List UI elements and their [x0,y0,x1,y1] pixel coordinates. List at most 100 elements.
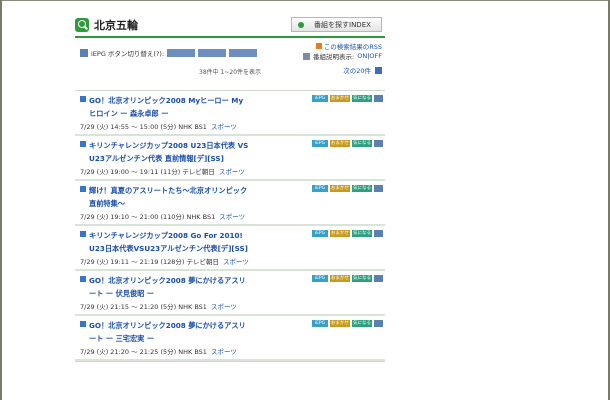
program-genre-link[interactable]: スポーツ [219,213,245,221]
description-on-link[interactable]: ON [357,52,367,60]
program-channel: NHK BS1 [178,123,207,131]
green-dot-icon [298,21,304,28]
program-icon [80,186,86,192]
list-item: GO！北京オリンピック2008 Myヒーロー Myヒロイン ー 森永卓郎 ー i… [75,91,385,136]
program-icon [80,96,86,102]
print-icon[interactable] [374,140,383,147]
result-controls: この検索結果のRSS iEPG ボタン切り替え(?): 番組説明表示: ON |… [75,38,385,90]
program-icon [80,141,86,147]
program-genre-link[interactable]: スポーツ [223,258,249,266]
omakase-button[interactable]: おまかせ [330,230,350,237]
iepg-switch-standard[interactable] [167,49,196,57]
program-title-link[interactable]: GO！北京オリンピック2008 Myヒーロー Myヒロイン ー 森永卓郎 ー [89,94,249,120]
program-title-link[interactable]: キリンチャレンジカップ2008 U23日本代表 VSU23アルゼンチン代表 直前… [89,139,249,165]
program-actions: iEPG おまかせ 気になる [310,275,383,282]
print-icon[interactable] [374,275,383,282]
program-index-label: 番組を探すINDEX [314,20,371,29]
print-icon[interactable] [374,230,383,237]
result-count: 38件中 1~20件を表示 [199,69,262,76]
list-item: キリンチャレンジカップ2008 U23日本代表 VSU23アルゼンチン代表 直前… [75,136,385,181]
next-page-label: 次の20件 [343,67,371,75]
program-title-link[interactable]: GO！北京オリンピック2008 夢にかけるアスリート ー 伏見俊昭 ー [89,274,249,300]
program-time: 7/29 (火) 14:55 ～ 15:00 (5分) [80,123,177,131]
program-time: 7/29 (火) 19:00 ～ 19:11 (11分) [80,168,181,176]
kininaru-button[interactable]: 気になる [352,230,372,237]
program-meta: 7/29 (火) 21:20 ～ 21:25 (5分) NHK BS1 スポーツ [75,346,385,356]
program-actions: iEPG おまかせ 気になる [310,230,383,237]
program-meta: 7/29 (火) 14:55 ～ 15:00 (5分) NHK BS1 スポーツ [75,121,385,131]
program-actions: iEPG おまかせ 気になる [310,185,383,192]
kininaru-button[interactable]: 気になる [352,140,372,147]
tv-icon [80,49,88,57]
program-meta: 7/29 (火) 21:15 ～ 21:20 (5分) NHK BS1 スポーツ [75,301,385,311]
program-actions: iEPG おまかせ 気になる [310,320,383,327]
program-index-button[interactable]: 番組を探すINDEX [291,17,382,32]
omakase-button[interactable]: おまかせ [330,185,350,192]
print-icon[interactable] [374,320,383,327]
program-genre-link[interactable]: スポーツ [219,168,245,176]
omakase-button[interactable]: おまかせ [330,140,350,147]
window-top-border [0,0,610,1]
program-title-link[interactable]: 輝け！真夏のアスリートたち～北京オリンピック直前特集～ [89,184,249,210]
program-list: GO！北京オリンピック2008 Myヒーロー Myヒロイン ー 森永卓郎 ー i… [75,90,385,368]
omakase-button[interactable]: おまかせ [330,320,350,327]
program-channel: テレビ朝日 [182,168,215,176]
iepg-button[interactable]: iEPG [312,320,328,327]
list-item: GO！北京オリンピック2008 夢にかけるアスリート ー 伏見俊昭 ー iEPG… [75,271,385,316]
description-toggle: 番組説明表示: ON | OFF [303,51,382,61]
list-item: キリンチャレンジカップ2008 Go For 2010! U23日本代表VSU2… [75,226,385,271]
kininaru-button[interactable]: 気になる [352,185,372,192]
rss-link-label: この検索結果のRSS [323,43,382,51]
iepg-switcher: iEPG ボタン切り替え(?): [80,48,258,58]
program-title-link[interactable]: キリンチャレンジカップ2008 Go For 2010! U23日本代表VSU2… [89,229,249,255]
program-title-link[interactable]: GO！北京オリンピック2008 夢にかけるアスリート ー 三宅宏実 ー [89,319,249,345]
program-meta: 7/29 (火) 19:10 ～ 21:00 (110分) NHK BS1 スポー… [75,211,385,221]
page-title: 北京五輪 [94,19,138,32]
window-left-border [0,0,2,400]
list-continuation [75,361,385,368]
program-channel: NHK BS1 [186,213,216,221]
kininaru-button[interactable]: 気になる [352,95,372,102]
print-icon[interactable] [374,185,383,192]
iepg-button[interactable]: iEPG [312,185,328,192]
program-time: 7/29 (火) 21:20 ～ 21:25 (5分) [80,348,177,356]
program-icon [80,276,86,282]
program-time: 7/29 (火) 19:11 ～ 21:19 (128分) [80,258,185,266]
program-channel: NHK BS1 [178,303,207,311]
iepg-button[interactable]: iEPG [312,230,328,237]
program-time: 7/29 (火) 19:10 ～ 21:00 (110分) [80,213,185,221]
program-icon [80,231,86,237]
kininaru-button[interactable]: 気になる [352,320,372,327]
list-item: 輝け！真夏のアスリートたち～北京オリンピック直前特集～ iEPG おまかせ 気に… [75,181,385,226]
rss-link[interactable]: この検索結果のRSS [315,41,382,51]
search-icon [75,18,89,32]
omakase-button[interactable]: おまかせ [330,275,350,282]
program-actions: iEPG おまかせ 気になる [310,140,383,147]
iepg-switch-oneseg[interactable] [229,49,258,57]
pencil-icon [303,52,311,60]
iepg-button[interactable]: iEPG [312,95,328,102]
list-item: GO！北京オリンピック2008 夢にかけるアスリート ー 三宅宏実 ー iEPG… [75,316,385,361]
kininaru-button[interactable]: 気になる [352,275,372,282]
program-actions: iEPG おまかせ 気になる [310,95,383,102]
omakase-button[interactable]: おまかせ [330,95,350,102]
iepg-switch-label: iEPG ボタン切り替え(?): [91,50,165,58]
arrow-right-icon [375,66,382,74]
program-genre-link[interactable]: スポーツ [211,303,237,311]
program-genre-link[interactable]: スポーツ [211,123,237,131]
program-genre-link[interactable]: スポーツ [211,348,237,356]
description-toggle-label: 番組説明表示: [313,53,355,61]
search-results-panel: 北京五輪 番組を探すINDEX この検索結果のRSS iEPG ボタン切り替え(… [75,14,385,368]
program-channel: テレビ朝日 [186,258,220,266]
description-off-link[interactable]: OFF [369,52,382,60]
iepg-switch-digital[interactable] [198,49,227,57]
results-header: 北京五輪 番組を探すINDEX [75,14,385,38]
next-page-link[interactable]: 次の20件 [343,65,382,75]
rss-icon [315,43,322,49]
program-icon [80,321,86,327]
iepg-button[interactable]: iEPG [312,275,328,282]
iepg-button[interactable]: iEPG [312,140,328,147]
program-time: 7/29 (火) 21:15 ～ 21:20 (5分) [80,303,177,311]
print-icon[interactable] [374,95,383,102]
program-meta: 7/29 (火) 19:11 ～ 21:19 (128分) テレビ朝日 スポーツ [75,256,385,266]
